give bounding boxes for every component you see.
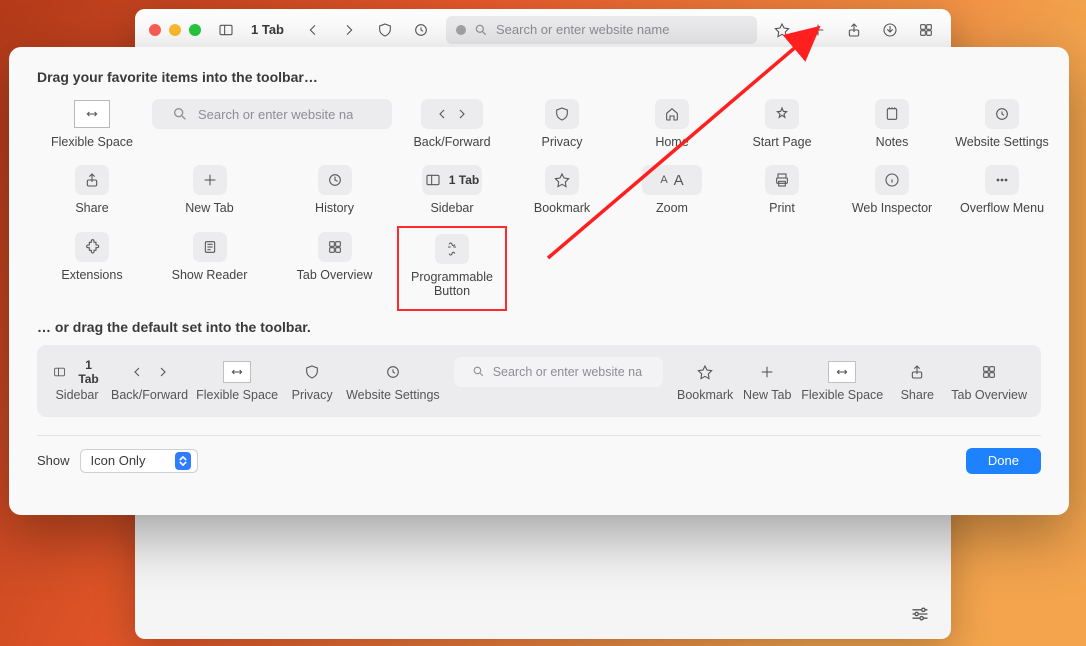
ds-bookmark[interactable]: Bookmark [677,360,733,402]
tile-flexible-space[interactable]: Flexible Space [37,99,147,149]
search-icon [472,365,485,378]
share-icon[interactable] [843,19,865,41]
select-chevrons-icon [175,452,191,470]
ds-back-forward[interactable]: Back/Forward [111,360,188,402]
tile-history[interactable]: History [280,165,390,215]
tile-show-reader[interactable]: Show Reader [155,232,265,301]
tile-zoom[interactable]: A A Zoom [617,165,727,215]
downloads-icon[interactable] [879,19,901,41]
search-icon [474,23,488,37]
default-set-bar[interactable]: 1 Tab Sidebar Back/Forward Flexible Spac… [37,345,1041,417]
customize-toolbar-sheet: Drag your favorite items into the toolba… [9,47,1069,515]
close-window[interactable] [149,24,161,36]
ds-website-settings[interactable]: Website Settings [346,360,440,402]
page-settings-icon[interactable] [907,603,933,625]
back-icon[interactable] [302,19,324,41]
toolbar-items-grid: Flexible Space Search or enter website n… [37,99,1041,301]
search-icon [172,106,188,122]
tile-start-page[interactable]: Start Page [727,99,837,149]
ds-privacy[interactable]: Privacy [286,360,338,402]
tile-website-settings[interactable]: Website Settings [947,99,1057,149]
zoom-window[interactable] [189,24,201,36]
sheet-heading: Drag your favorite items into the toolba… [37,69,1041,85]
ds-flexible-space-b[interactable]: Flexible Space [801,360,883,402]
tab-count-label: 1 Tab [251,22,284,37]
tab-overview-icon[interactable] [915,19,937,41]
tile-home[interactable]: Home [617,99,727,149]
done-button[interactable]: Done [966,448,1041,474]
safari-toolbar: 1 Tab Search or enter website name [135,9,951,51]
address-field[interactable]: Search or enter website name [446,16,757,44]
website-settings-icon[interactable] [410,19,432,41]
ds-sidebar[interactable]: 1 Tab Sidebar [51,360,103,402]
tile-bookmark[interactable]: Bookmark [507,165,617,215]
tile-address-field[interactable]: Search or enter website na [147,99,397,149]
minimize-window[interactable] [169,24,181,36]
window-controls[interactable] [149,24,201,36]
tile-notes[interactable]: Notes [837,99,947,149]
show-label: Show [37,453,70,468]
forward-icon[interactable] [338,19,360,41]
tile-extensions[interactable]: Extensions [37,232,147,301]
tile-sidebar[interactable]: 1 Tab Sidebar [397,165,507,215]
ds-new-tab[interactable]: New Tab [741,360,793,402]
tile-web-inspector[interactable]: Web Inspector [837,165,947,215]
address-placeholder: Search or enter website name [496,22,669,37]
ds-share[interactable]: Share [891,360,943,402]
ds-address[interactable]: Search or enter website na [454,357,663,387]
privacy-icon[interactable] [374,19,396,41]
show-mode-select[interactable]: Icon Only [80,449,198,473]
sidebar-icon[interactable] [215,19,237,41]
page-dot-icon [456,25,466,35]
tile-new-tab[interactable]: New Tab [155,165,265,215]
bookmark-icon[interactable] [771,19,793,41]
new-tab-icon[interactable] [807,19,829,41]
ds-tab-overview[interactable]: Tab Overview [951,360,1027,402]
tile-programmable-button[interactable]: Programmable Button [397,226,507,311]
tile-privacy[interactable]: Privacy [507,99,617,149]
tile-tab-overview[interactable]: Tab Overview [280,232,390,301]
tile-share[interactable]: Share [37,165,147,215]
tile-overflow-menu[interactable]: Overflow Menu [947,165,1057,215]
tile-back-forward[interactable]: Back/Forward [397,99,507,149]
ds-flexible-space-a[interactable]: Flexible Space [196,360,278,402]
default-set-subhead: … or drag the default set into the toolb… [37,319,1041,335]
tile-print[interactable]: Print [727,165,837,215]
